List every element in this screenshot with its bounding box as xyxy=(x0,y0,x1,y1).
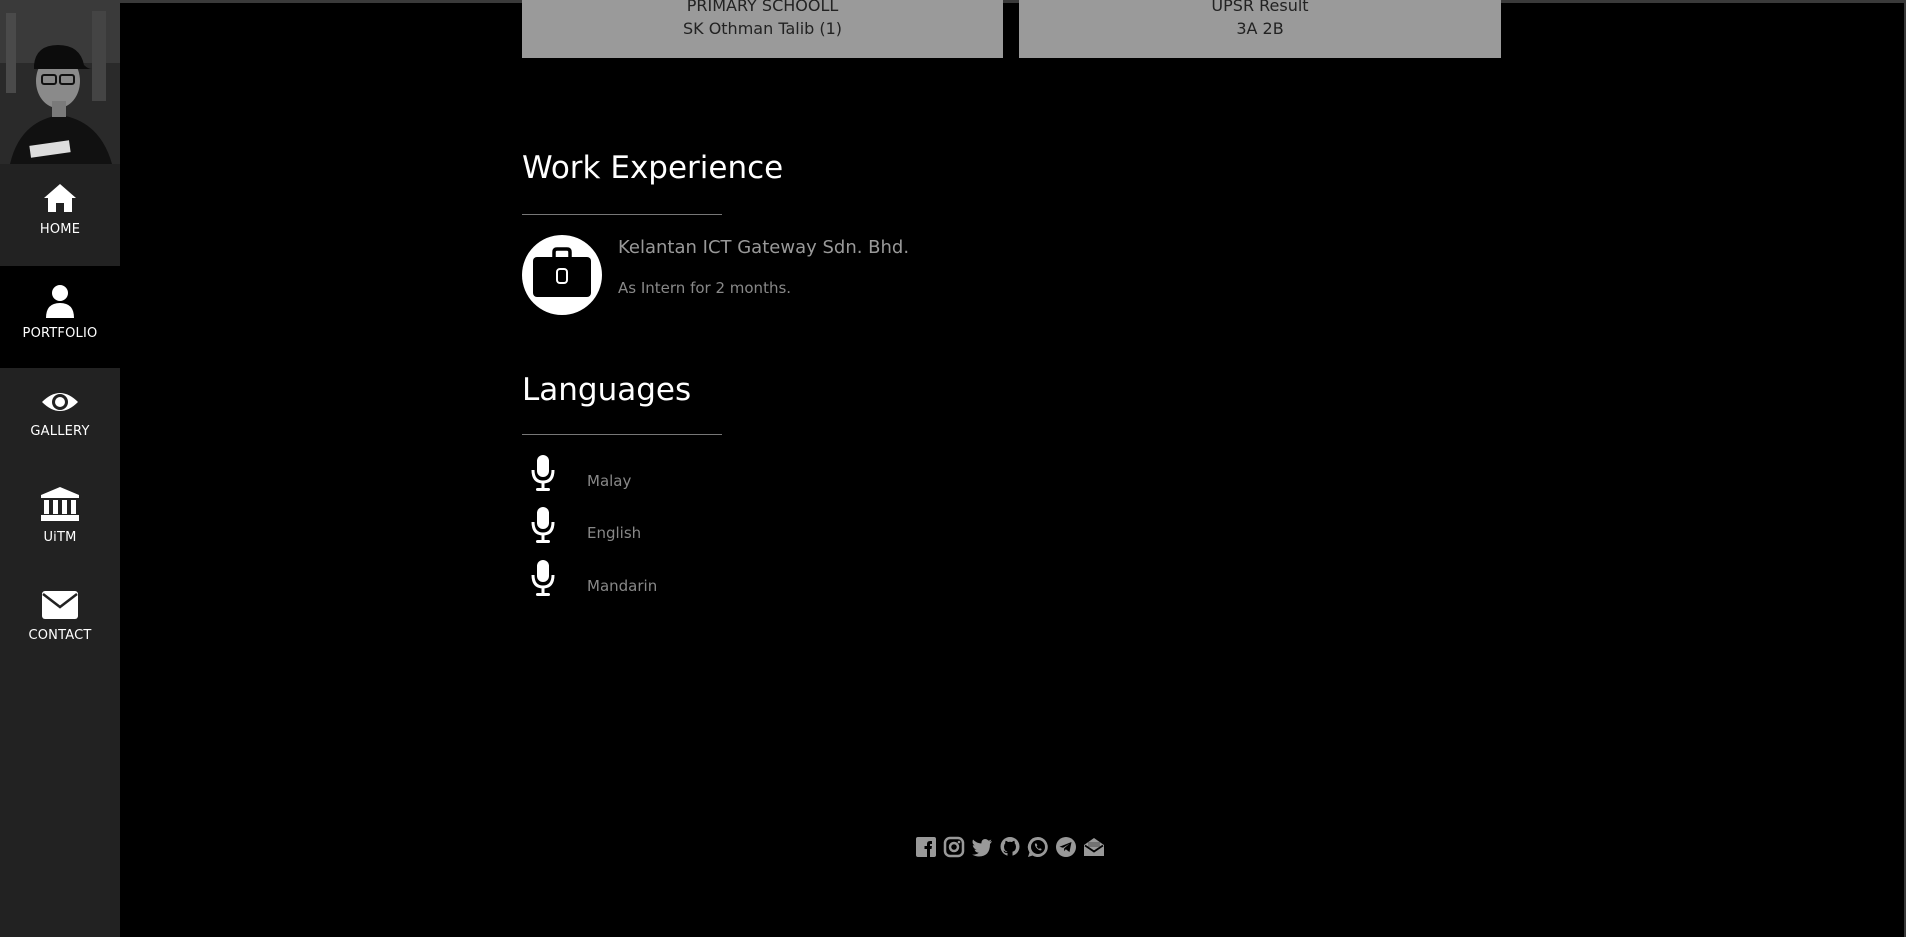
user-icon xyxy=(46,285,74,318)
microphone-icon xyxy=(531,560,555,596)
work-experience-heading: Work Experience xyxy=(522,150,784,186)
language-label: Malay xyxy=(587,472,632,490)
nav-label-portfolio: PORTFOLIO xyxy=(22,326,98,341)
education-card-title: PRIMARY SCHOOLL xyxy=(686,0,839,15)
nav-label-home: HOME xyxy=(39,222,81,237)
nav-item-contact[interactable]: CONTACT xyxy=(0,572,120,674)
briefcase-icon xyxy=(533,247,591,297)
work-role: As Intern for 2 months. xyxy=(618,279,792,297)
languages-divider xyxy=(522,434,722,435)
facebook-icon[interactable] xyxy=(915,836,937,858)
nav-item-uitm[interactable]: UiTM xyxy=(0,470,120,572)
work-icon-circle xyxy=(522,235,602,315)
instagram-icon[interactable] xyxy=(943,836,965,858)
education-card-detail: SK Othman Talib (1) xyxy=(682,19,843,38)
nav-item-gallery[interactable]: GALLERY xyxy=(0,368,120,470)
avatar xyxy=(0,3,120,164)
languages-heading: Languages xyxy=(522,372,692,408)
eye-icon xyxy=(42,393,78,411)
email-open-icon[interactable] xyxy=(1083,836,1105,858)
github-icon[interactable] xyxy=(999,836,1021,858)
education-card-detail: 3A 2B xyxy=(1236,19,1284,38)
language-label: Mandarin xyxy=(587,577,658,595)
microphone-icon xyxy=(531,507,555,543)
work-company: Kelantan ICT Gateway Sdn. Bhd. xyxy=(618,237,910,258)
nav-label-contact: CONTACT xyxy=(28,628,92,643)
work-divider xyxy=(522,214,722,215)
nav-label-uitm: UiTM xyxy=(43,530,77,545)
nav-item-home[interactable]: HOME xyxy=(0,164,120,266)
university-icon xyxy=(41,487,79,521)
envelope-icon xyxy=(42,591,78,619)
education-card-result: UPSR Result 3A 2B xyxy=(1019,0,1501,58)
education-card-school: PRIMARY SCHOOLL SK Othman Talib (1) xyxy=(522,0,1003,58)
telegram-icon[interactable] xyxy=(1055,836,1077,858)
education-card-title: UPSR Result xyxy=(1211,0,1309,15)
sidebar-nav: HOME PORTFOLIO GALLERY UiTM CONTACT xyxy=(0,3,120,937)
whatsapp-icon[interactable] xyxy=(1027,836,1049,858)
social-links xyxy=(915,836,1105,858)
microphone-icon xyxy=(531,455,555,491)
nav-label-gallery: GALLERY xyxy=(30,424,90,439)
home-icon xyxy=(44,184,76,212)
twitter-icon[interactable] xyxy=(971,836,993,858)
nav-item-portfolio[interactable]: PORTFOLIO xyxy=(0,266,120,368)
language-label: English xyxy=(587,524,642,542)
